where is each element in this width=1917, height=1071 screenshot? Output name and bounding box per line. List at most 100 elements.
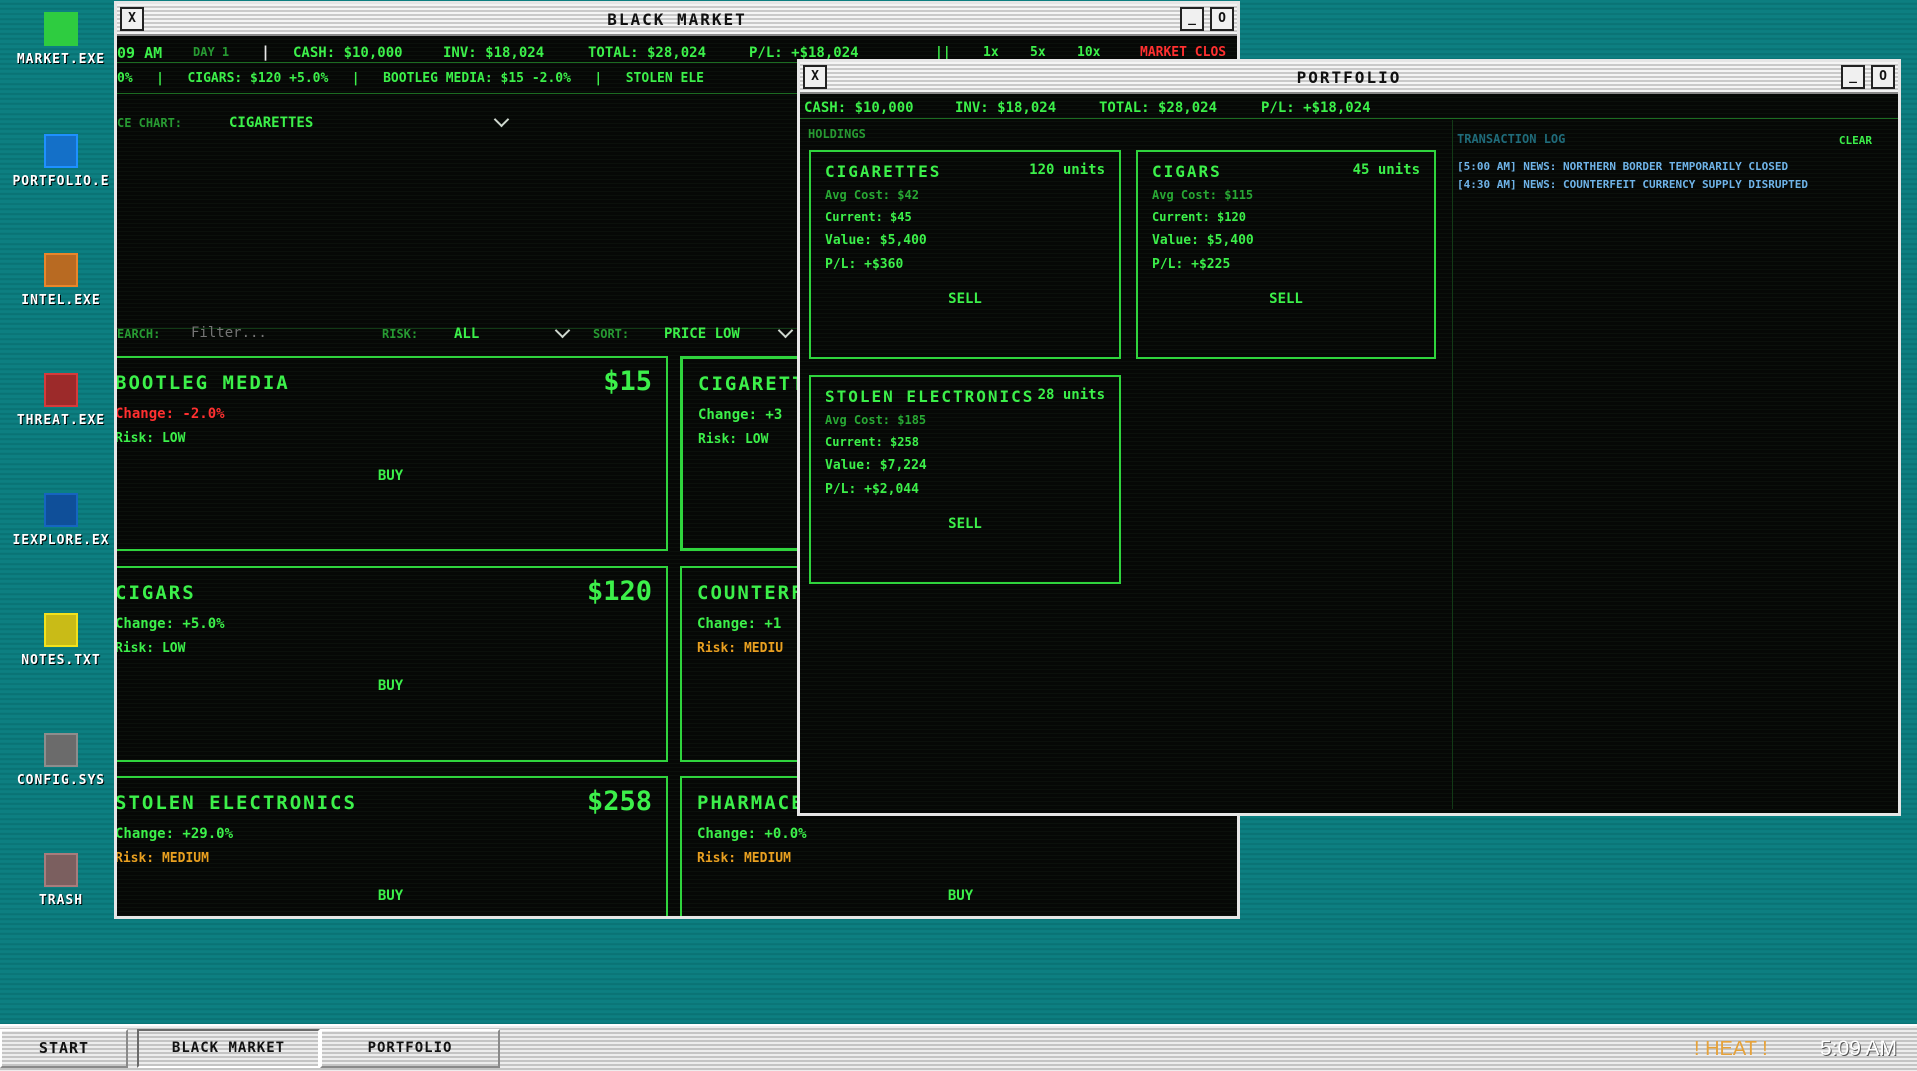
- desktop-icon-iexplore[interactable]: IEXPLORE.EX: [0, 493, 122, 548]
- holding-name: CIGARS: [1152, 162, 1222, 181]
- risk-label: RISK:: [382, 327, 419, 341]
- product-change: Change: +29.0%: [115, 826, 234, 842]
- desktop-icon-label: CONFIG.SYS: [16, 773, 106, 788]
- sort-value: PRICE LOW: [664, 326, 740, 342]
- product-card-stolen-electronics[interactable]: STOLEN ELECTRONICS $258 Change: +29.0% R…: [115, 776, 668, 916]
- product-card-bootleg-media[interactable]: BOOTLEG MEDIA $15 Change: -2.0% Risk: LO…: [115, 356, 668, 551]
- desktop-icon-threat[interactable]: THREAT.EXE: [0, 373, 122, 428]
- taskbar-item-portfolio[interactable]: PORTFOLIO: [320, 1029, 500, 1068]
- holding-value: Value: $5,400: [1152, 233, 1254, 248]
- speed-10x-button[interactable]: 10x: [1077, 45, 1100, 60]
- product-card-cigars[interactable]: CIGARS $120 Change: +5.0% Risk: LOW BUY: [115, 566, 668, 762]
- product-name: PHARMACE: [697, 792, 805, 814]
- heat-indicator: ! HEAT !: [1694, 1038, 1768, 1060]
- holding-name: CIGARETTES: [825, 162, 942, 181]
- product-change: Change: +3: [698, 407, 783, 423]
- maximize-button[interactable]: O: [1210, 7, 1234, 31]
- desktop-icon-portfolio[interactable]: PORTFOLIO.E: [0, 134, 122, 189]
- buy-button[interactable]: BUY: [682, 888, 1237, 904]
- chevron-down-icon: [777, 322, 794, 339]
- product-change: Change: +5.0%: [115, 616, 225, 632]
- portfolio-window: X PORTFOLIO _ O CASH: $10,000 INV: $18,0…: [797, 59, 1901, 816]
- desktop-icon-trash[interactable]: TRASH: [0, 853, 122, 908]
- iexplore-app-icon: [44, 493, 78, 527]
- product-change: Change: -2.0%: [115, 406, 225, 422]
- search-input[interactable]: [189, 320, 378, 346]
- buy-button[interactable]: BUY: [117, 888, 666, 904]
- cash-display: CASH: $10,000: [804, 100, 914, 116]
- portfolio-titlebar[interactable]: X PORTFOLIO _ O: [800, 62, 1898, 94]
- inventory-display: INV: $18,024: [955, 100, 1057, 116]
- desktop-icon-notes[interactable]: NOTES.TXT: [0, 613, 122, 668]
- holding-value: Value: $5,400: [825, 233, 927, 248]
- holding-units: 120 units: [1029, 162, 1105, 178]
- speed-1x-button[interactable]: 1x: [983, 45, 999, 60]
- holding-value: Value: $7,224: [825, 458, 927, 473]
- log-entry: [5:00 AM] NEWS: NORTHERN BORDER TEMPORAR…: [1457, 160, 1789, 173]
- product-name: BOOTLEG MEDIA: [115, 372, 290, 394]
- holding-name: STOLEN ELECTRONICS: [825, 387, 1035, 406]
- buy-button[interactable]: BUY: [117, 468, 666, 484]
- taskbar-item-black-market[interactable]: BLACK MARKET: [137, 1029, 320, 1068]
- market-titlebar[interactable]: X BLACK MARKET _ O: [117, 4, 1237, 36]
- sell-button[interactable]: SELL: [811, 291, 1119, 307]
- product-change: Change: +0.0%: [697, 826, 807, 842]
- holding-card-stolen-electronics: STOLEN ELECTRONICS 28 units Avg Cost: $1…: [809, 375, 1121, 584]
- minimize-button[interactable]: _: [1180, 7, 1204, 31]
- speed-5x-button[interactable]: 5x: [1030, 45, 1046, 60]
- portfolio-body: CASH: $10,000 INV: $18,024 TOTAL: $28,02…: [800, 94, 1898, 813]
- window-title: BLACK MARKET: [607, 10, 747, 29]
- product-risk: Risk: MEDIU: [697, 641, 784, 656]
- desktop-icon-label: TRASH: [38, 893, 84, 908]
- holding-current: Current: $258: [825, 435, 919, 449]
- buy-button[interactable]: BUY: [117, 678, 666, 694]
- log-entry: [4:30 AM] NEWS: COUNTERFEIT CURRENCY SUP…: [1457, 178, 1808, 191]
- holding-avg-cost: Avg Cost: $115: [1152, 188, 1254, 202]
- desktop-icon-label: THREAT.EXE: [16, 413, 106, 428]
- product-name: CIGARS: [115, 582, 196, 604]
- search-label: EARCH:: [117, 327, 161, 341]
- start-button[interactable]: START: [0, 1029, 128, 1068]
- config-app-icon: [44, 733, 78, 767]
- desktop-icon-intel[interactable]: INTEL.EXE: [0, 253, 122, 308]
- holding-pl: P/L: +$2,044: [825, 482, 919, 497]
- portfolio-summary: CASH: $10,000 INV: $18,024 TOTAL: $28,02…: [800, 94, 1898, 119]
- trash-app-icon: [44, 853, 78, 887]
- sort-select[interactable]: PRICE LOW: [664, 321, 795, 345]
- sell-button[interactable]: SELL: [811, 516, 1119, 532]
- chevron-down-icon: [554, 322, 571, 339]
- market-status: MARKET CLOS: [1140, 45, 1227, 60]
- product-name: COUNTERF: [697, 582, 805, 604]
- desktop-icon-config[interactable]: CONFIG.SYS: [0, 733, 122, 788]
- desktop-icon-market[interactable]: MARKET.EXE: [0, 12, 122, 67]
- maximize-button[interactable]: O: [1871, 65, 1895, 89]
- sort-label: SORT:: [593, 327, 630, 341]
- system-clock: 5:09 AM: [1820, 1037, 1898, 1060]
- day-counter: DAY 1: [193, 45, 230, 59]
- product-risk: Risk: MEDIUM: [115, 851, 209, 866]
- desktop-icon-label: PORTFOLIO.E: [12, 174, 110, 189]
- transaction-log-label: TRANSACTION LOG: [1457, 132, 1566, 146]
- holding-units: 28 units: [1037, 387, 1105, 403]
- product-name: STOLEN ELECTRONICS: [115, 792, 357, 814]
- cash-display: CASH: $10,000: [293, 45, 403, 61]
- status-separator: |: [261, 43, 271, 61]
- product-risk: Risk: LOW: [698, 432, 769, 447]
- threat-app-icon: [44, 373, 78, 407]
- chart-label: CE CHART:: [117, 116, 183, 130]
- desktop-icon-label: INTEL.EXE: [21, 293, 101, 308]
- risk-filter-select[interactable]: ALL: [454, 321, 572, 345]
- sell-button[interactable]: SELL: [1138, 291, 1434, 307]
- product-change: Change: +1: [697, 616, 782, 632]
- holding-pl: P/L: +$225: [1152, 257, 1231, 272]
- desktop-icon-label: IEXPLORE.EX: [12, 533, 110, 548]
- desktop-icon-label: NOTES.TXT: [21, 653, 101, 668]
- portfolio-app-icon: [44, 134, 78, 168]
- minimize-button[interactable]: _: [1841, 65, 1865, 89]
- pause-button[interactable]: ||: [935, 45, 951, 60]
- chart-commodity-select[interactable]: CIGARETTES: [229, 110, 515, 134]
- clear-log-button[interactable]: CLEAR: [1839, 134, 1872, 147]
- chart-select-value: CIGARETTES: [229, 115, 314, 131]
- holding-current: Current: $120: [1152, 210, 1246, 224]
- game-time: 09 AM: [117, 44, 163, 62]
